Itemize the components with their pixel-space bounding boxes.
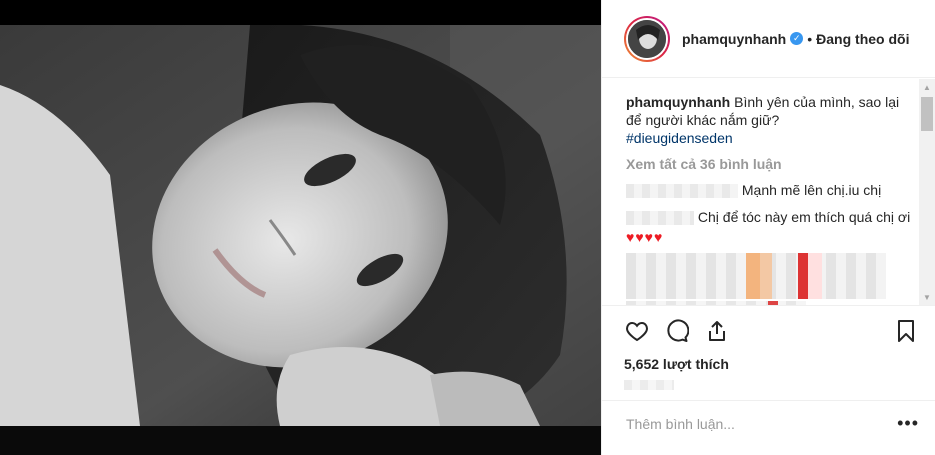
view-all-comments-link[interactable]: Xem tất cả 36 bình luận — [626, 155, 920, 173]
caption: phamquynhanh Bình yên của mình, sao lại … — [626, 93, 920, 147]
likes-count[interactable]: 5,652 lượt thích — [624, 356, 919, 372]
comment-username-blurred — [626, 211, 694, 226]
comment-item: Mạnh mẽ lên chị.iu chị — [626, 179, 920, 201]
comments-list[interactable]: phamquynhanh Bình yên của mình, sao lại … — [602, 79, 920, 305]
comment-text: Chị để tóc này em thích quá chị ơi — [697, 209, 911, 225]
action-icons — [624, 316, 919, 346]
add-comment-input[interactable] — [626, 415, 898, 432]
avatar[interactable] — [624, 15, 670, 62]
comment-text: Mạnh mẽ lên chị.iu chị — [741, 182, 882, 198]
comments-scrollbar[interactable]: ▲ ▼ — [919, 79, 935, 305]
scroll-thumb[interactable] — [921, 97, 933, 131]
heart-icon[interactable] — [624, 318, 650, 344]
post-header: phamquynhanh ✓ • Đang theo dõi — [602, 0, 935, 78]
following-button[interactable]: Đang theo dõi — [816, 31, 909, 47]
scroll-up-icon[interactable]: ▲ — [919, 79, 935, 95]
caption-hashtag[interactable]: #dieugidenseden — [626, 130, 733, 146]
media-bottom-strip — [0, 426, 601, 455]
add-comment-bar: ••• — [602, 400, 935, 446]
post-actions: 5,652 lượt thích — [602, 305, 935, 390]
post-photo[interactable] — [0, 25, 601, 426]
share-icon[interactable] — [704, 318, 730, 344]
follow-separator: • — [807, 30, 813, 47]
bookmark-icon[interactable] — [893, 318, 919, 344]
post-sidebar: phamquynhanh ✓ • Đang theo dõi phamquynh… — [601, 0, 935, 455]
post-time-blurred — [624, 380, 674, 390]
comment-item: Chị để tóc này em thích quá chị ơi ♥♥♥♥ — [626, 207, 920, 247]
media-pane — [0, 0, 601, 455]
avatar-image — [626, 17, 668, 60]
blurred-comment — [626, 253, 886, 299]
comment-icon[interactable] — [664, 318, 690, 344]
header-username[interactable]: phamquynhanh — [682, 31, 786, 47]
heart-emoji: ♥♥♥♥ — [626, 229, 664, 245]
verified-badge-icon: ✓ — [790, 32, 804, 45]
comment-username-blurred — [626, 184, 738, 199]
caption-username[interactable]: phamquynhanh — [626, 94, 730, 110]
more-options-icon[interactable]: ••• — [897, 413, 919, 434]
scroll-down-icon[interactable]: ▼ — [919, 289, 935, 305]
